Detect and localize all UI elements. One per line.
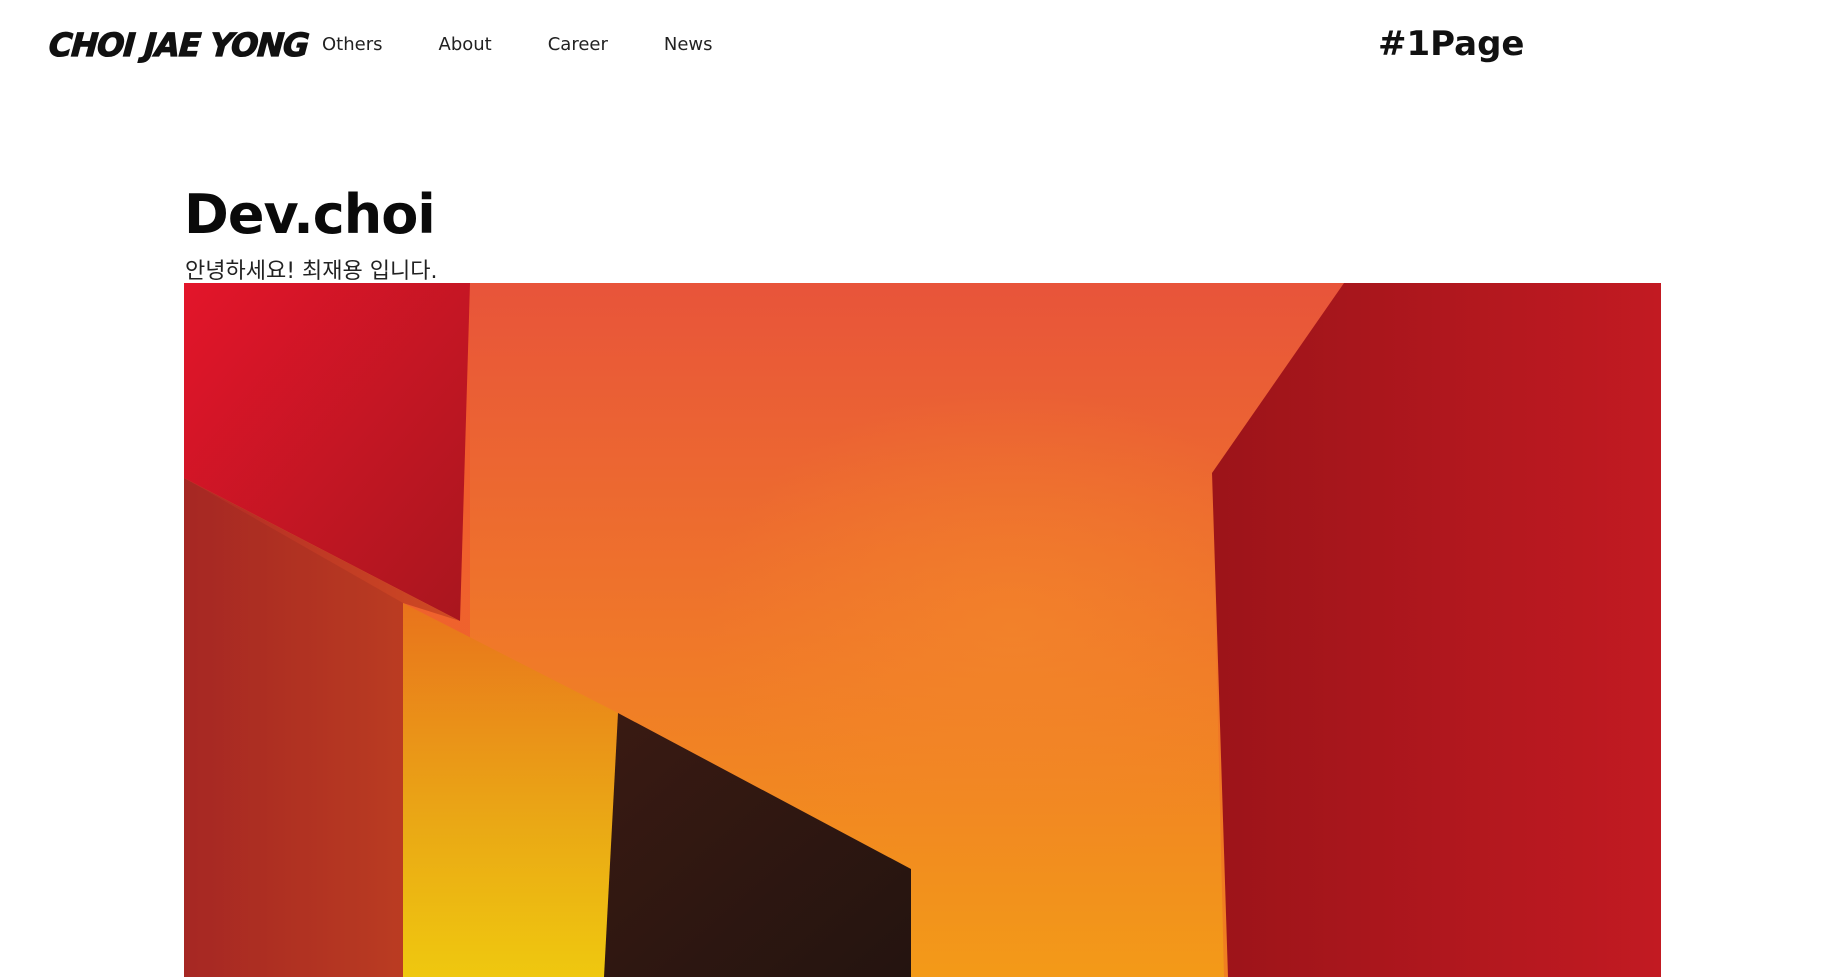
site-logo[interactable]: CHOI JAE YONG (47, 25, 310, 64)
nav-item-career[interactable]: Career (548, 34, 608, 55)
nav-item-about[interactable]: About (439, 34, 492, 55)
hero-title: Dev.choi (184, 183, 436, 246)
hero-image (184, 283, 1661, 977)
nav-item-news[interactable]: News (664, 34, 713, 55)
page: CHOI JAE YONG Others About Career News #… (0, 0, 1835, 977)
main-nav: Others About Career News (322, 34, 713, 55)
nav-item-others[interactable]: Others (322, 34, 383, 55)
page-number-label: #1Page (1378, 24, 1525, 64)
hero-subtitle: 안녕하세요! 최재용 입니다. (185, 259, 438, 284)
